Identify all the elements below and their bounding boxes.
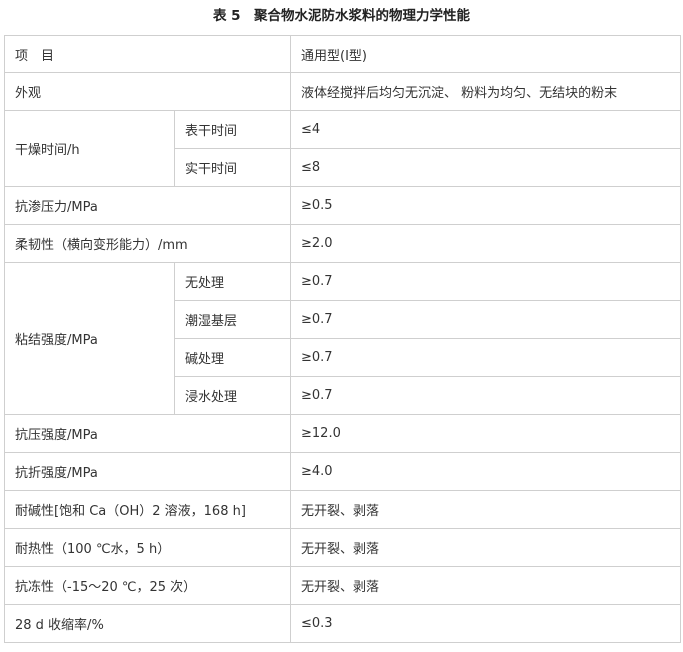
header-type-cell: 通用型(Ⅰ型) [290,35,682,73]
row-label: 28 d 收缩率/% [3,604,292,643]
row-sublabel: 潮湿基层 [173,300,292,339]
header-item-cell: 项 目 [3,35,292,73]
table-row: 柔韧性（横向变形能力）/mm ≥2.0 [3,224,682,263]
table-row: 抗压强度/MPa ≥12.0 [3,414,682,453]
table-row: 抗冻性（-15～20 ℃，25 次） 无开裂、剥落 [3,566,682,605]
table-title: 表 5 聚合物水泥防水浆料的物理力学性能 [212,8,471,24]
row-label: 抗渗压力/MPa [3,186,292,225]
row-value: ≥0.5 [290,186,682,225]
row-value: ≤8 [290,148,682,187]
row-label: 耐热性（100 ℃水，5 h） [3,528,292,567]
row-label: 粘结强度/MPa [4,262,175,415]
row-value: ≥4.0 [290,452,682,491]
table-row: 外观 液体经搅拌后均匀无沉淀、 粉料为均匀、无结块的粉末 [3,72,682,111]
row-sublabel: 浸水处理 [173,376,292,415]
row-value: 无开裂、剥落 [290,490,682,529]
properties-table: 项 目 通用型(Ⅰ型) 外观 液体经搅拌后均匀无沉淀、 粉料为均匀、无结块的粉末… [3,35,682,643]
table-row: 抗渗压力/MPa ≥0.5 [3,186,682,225]
row-label: 抗冻性（-15～20 ℃，25 次） [3,566,292,605]
row-sublabel: 碱处理 [173,338,292,377]
row-value: 无开裂、剥落 [290,528,682,567]
table-row: 粘结强度/MPa 无处理 ≥0.7 [4,262,682,415]
row-label: 抗压强度/MPa [3,414,292,453]
row-label: 柔韧性（横向变形能力）/mm [3,224,292,263]
row-value: 无开裂、剥落 [290,566,682,605]
table-row: 抗折强度/MPa ≥4.0 [3,452,682,491]
table-header-row: 项 目 通用型(Ⅰ型) [3,35,682,73]
row-value: ≤0.3 [290,604,682,643]
row-sublabel: 表干时间 [173,110,292,149]
row-value: ≥0.7 [290,300,682,339]
row-value: 液体经搅拌后均匀无沉淀、 粉料为均匀、无结块的粉末 [290,72,682,111]
row-label: 抗折强度/MPa [3,452,292,491]
table-row: 耐热性（100 ℃水，5 h） 无开裂、剥落 [3,528,682,567]
row-value: ≥0.7 [290,262,682,301]
row-value: ≥0.7 [290,338,682,377]
table-row: 28 d 收缩率/% ≤0.3 [3,604,682,643]
row-value: ≥12.0 [290,414,682,453]
row-value: ≤4 [290,110,682,149]
row-label: 干燥时间/h [4,110,175,187]
row-label: 耐碱性[饱和 Ca（OH）2 溶液，168 h] [3,490,292,529]
row-sublabel: 无处理 [173,262,292,301]
row-value: ≥0.7 [290,376,682,415]
row-label: 外观 [3,72,292,111]
table-row: 干燥时间/h 表干时间 ≤4 [4,110,682,187]
table-row: 耐碱性[饱和 Ca（OH）2 溶液，168 h] 无开裂、剥落 [3,490,682,529]
row-value: ≥2.0 [290,224,682,263]
row-sublabel: 实干时间 [173,148,292,187]
